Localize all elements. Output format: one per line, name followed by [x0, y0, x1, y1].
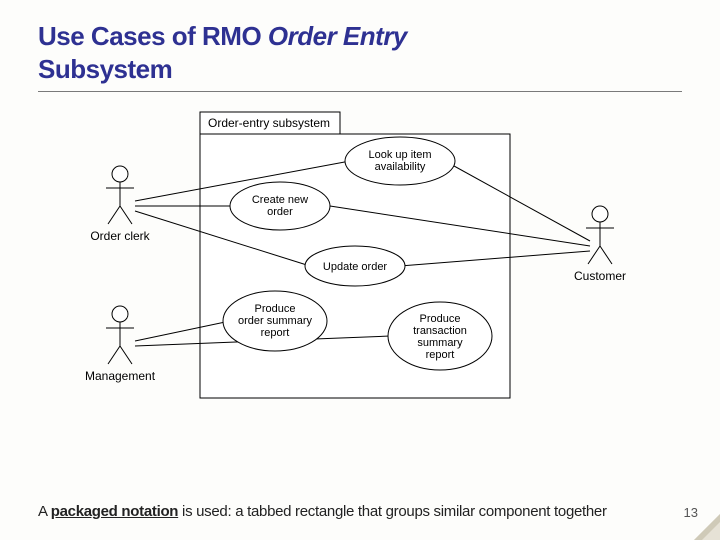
usecase-diagram: Order-entry subsystem Look up item avail…	[80, 106, 640, 424]
usecase-update: Update order	[305, 246, 405, 286]
corner-fold-icon	[694, 514, 720, 540]
title-part2: Subsystem	[38, 54, 172, 84]
svg-text:order: order	[267, 206, 293, 218]
title-underline	[38, 91, 682, 92]
usecase-summary: Produce order summary report	[223, 291, 327, 351]
svg-text:order summary: order summary	[238, 315, 312, 327]
svg-text:Produce: Produce	[420, 313, 461, 325]
slide-title: Use Cases of RMO Order Entry Subsystem	[38, 20, 682, 85]
caption-b: is used: a tabbed rectangle that groups …	[178, 503, 607, 520]
usecase-lookup: Look up item availability	[345, 137, 455, 185]
usecase-transaction: Produce transaction summary report	[388, 302, 492, 370]
svg-text:Produce: Produce	[255, 303, 296, 315]
svg-text:summary: summary	[417, 337, 463, 349]
title-part1: Use Cases of RMO	[38, 21, 268, 51]
svg-text:Order clerk: Order clerk	[90, 229, 150, 243]
svg-text:report: report	[261, 327, 290, 339]
actor-order-clerk: Order clerk	[90, 166, 150, 243]
caption-bold: packaged notation	[51, 503, 178, 520]
actor-management: Management	[85, 306, 156, 383]
svg-text:report: report	[426, 349, 455, 361]
svg-text:Look up item: Look up item	[369, 149, 432, 161]
svg-text:Management: Management	[85, 369, 156, 383]
svg-text:Update order: Update order	[323, 261, 388, 273]
svg-text:Customer: Customer	[574, 269, 626, 283]
title-italic: Order Entry	[268, 21, 407, 51]
package-label: Order-entry subsystem	[208, 116, 330, 130]
svg-text:Create new: Create new	[252, 194, 308, 206]
caption: A packaged notation is used: a tabbed re…	[38, 503, 682, 520]
svg-text:availability: availability	[375, 161, 426, 173]
caption-a: A	[38, 503, 51, 520]
usecase-create: Create new order	[230, 182, 330, 230]
svg-text:transaction: transaction	[413, 325, 467, 337]
